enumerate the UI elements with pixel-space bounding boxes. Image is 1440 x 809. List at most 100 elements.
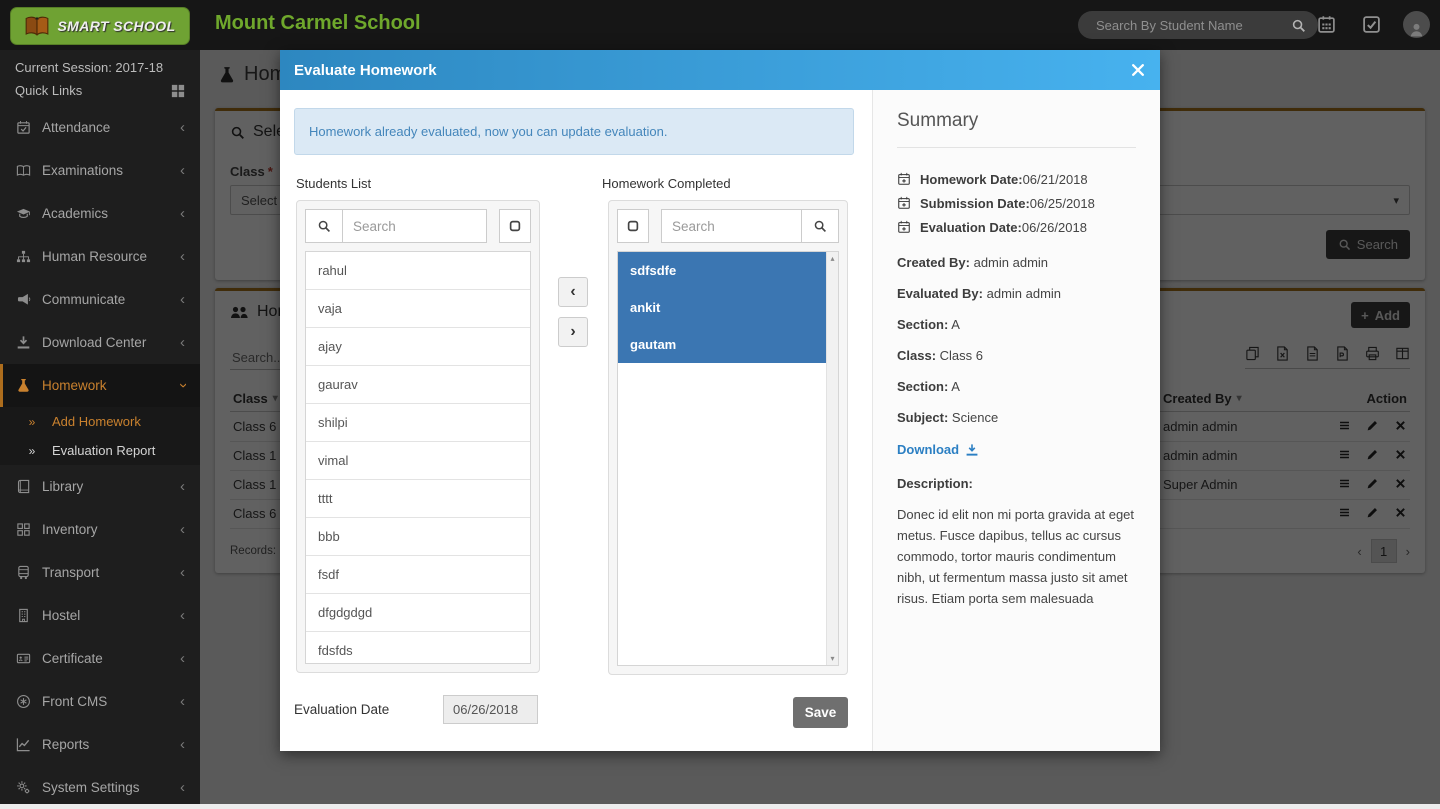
tasks-icon[interactable] xyxy=(1362,15,1381,34)
scroll-up-icon[interactable]: ▴ xyxy=(830,254,834,263)
calendar-icon[interactable] xyxy=(1317,15,1336,34)
sidebar-item[interactable]: Communicate ‹ xyxy=(0,278,200,321)
divider xyxy=(897,147,1136,148)
student-item[interactable]: rahul xyxy=(306,252,530,290)
summary-title: Summary xyxy=(897,110,1136,132)
scroll-down-icon[interactable]: ▾ xyxy=(830,654,834,663)
student-item[interactable]: tttt xyxy=(306,480,530,518)
chevron-icon: ‹ xyxy=(180,479,185,494)
summary-info: Created By: admin admin Evaluated By: ad… xyxy=(897,255,1136,425)
students-list: rahulvajaajaygauravshilpivimalttttbbbfsd… xyxy=(305,251,531,664)
completed-item-selected[interactable]: gautam xyxy=(618,326,826,363)
sidebar-item-icon xyxy=(15,694,31,710)
sidebar-item[interactable]: Hostel ‹ xyxy=(0,594,200,637)
completed-select-all-checkbox[interactable] xyxy=(617,209,649,243)
sidebar-item[interactable]: » Evaluation Report xyxy=(0,436,200,465)
chevron-icon: ‹ xyxy=(180,249,185,264)
close-icon[interactable] xyxy=(1131,63,1145,77)
summary-info-row: Section: A xyxy=(897,317,1136,332)
summary-dates: Homework Date:06/21/2018 Submission Date… xyxy=(897,167,1136,239)
top-bar: SMART SCHOOL Mount Carmel School xyxy=(0,0,1440,50)
calendar-plus-icon xyxy=(897,196,911,210)
scrollbar[interactable]: ▴ ▾ xyxy=(826,252,838,665)
student-item[interactable]: dfgdgdgd xyxy=(306,594,530,632)
move-right-button[interactable]: › xyxy=(558,317,588,347)
chevron-icon: ‹ xyxy=(180,565,185,580)
chevron-icon: ‹ xyxy=(180,335,185,350)
student-item[interactable]: vimal xyxy=(306,442,530,480)
logo-text: SMART SCHOOL xyxy=(57,18,175,34)
sidebar-item[interactable]: Library ‹ xyxy=(0,465,200,508)
chevron-icon: ‹ xyxy=(180,608,185,623)
save-button[interactable]: Save xyxy=(793,697,848,728)
summary-info-row: Evaluated By: admin admin xyxy=(897,286,1136,301)
completed-list: sdfsdfeankitgautam ▴ ▾ xyxy=(617,251,839,666)
sidebar-item-icon xyxy=(15,120,31,136)
student-item[interactable]: fdsfds xyxy=(306,632,530,664)
evaluation-date-input[interactable]: 06/26/2018 xyxy=(443,695,538,724)
sidebar-item[interactable]: Reports ‹ xyxy=(0,723,200,766)
sidebar-item-icon xyxy=(15,780,31,796)
summary-info-row: Section: A xyxy=(897,379,1136,394)
sidebar-item[interactable]: Download Center ‹ xyxy=(0,321,200,364)
students-list-label: Students List xyxy=(296,176,371,191)
calendar-plus-icon xyxy=(897,220,911,234)
sidebar-item-icon xyxy=(15,163,31,179)
sidebar-item[interactable]: Transport ‹ xyxy=(0,551,200,594)
move-left-button[interactable]: ‹ xyxy=(558,277,588,307)
student-item[interactable]: bbb xyxy=(306,518,530,556)
info-alert: Homework already evaluated, now you can … xyxy=(294,108,854,155)
completed-search-button[interactable] xyxy=(801,209,839,243)
evaluate-homework-modal: Evaluate Homework Homework already evalu… xyxy=(280,50,1160,751)
students-search-button[interactable] xyxy=(305,209,343,243)
summary-date-row: Homework Date:06/21/2018 xyxy=(897,167,1136,191)
sidebar-item-icon xyxy=(15,651,31,667)
sidebar-item-icon xyxy=(15,522,31,538)
sidebar-item[interactable]: Human Resource ‹ xyxy=(0,235,200,278)
student-search[interactable] xyxy=(1078,11,1318,39)
sidebar-item[interactable]: Attendance ‹ xyxy=(0,106,200,149)
modal-header: Evaluate Homework xyxy=(280,50,1160,90)
students-search-input[interactable] xyxy=(343,209,487,243)
person-icon xyxy=(1408,21,1425,38)
student-item[interactable]: fsdf xyxy=(306,556,530,594)
description-text: Donec id elit non mi porta gravida at eg… xyxy=(897,504,1136,609)
student-item[interactable]: vaja xyxy=(306,290,530,328)
quick-links[interactable]: Quick Links xyxy=(15,83,185,98)
chevron-right-icon: › xyxy=(570,323,575,341)
avatar[interactable] xyxy=(1403,11,1430,38)
sidebar-item[interactable]: Certificate ‹ xyxy=(0,637,200,680)
sidebar-item-icon xyxy=(15,737,31,753)
student-item[interactable]: gaurav xyxy=(306,366,530,404)
grid-icon[interactable] xyxy=(171,84,185,98)
homework-completed-label: Homework Completed xyxy=(602,176,731,191)
chevron-icon: ‹ xyxy=(180,120,185,135)
sidebar-item-icon xyxy=(15,608,31,624)
sidebar-item[interactable]: Inventory ‹ xyxy=(0,508,200,551)
sidebar-item[interactable]: Academics ‹ xyxy=(0,192,200,235)
evaluation-date-label: Evaluation Date xyxy=(294,702,389,717)
student-item[interactable]: ajay xyxy=(306,328,530,366)
sidebar-item[interactable]: Examinations ‹ xyxy=(0,149,200,192)
sidebar-item[interactable]: Front CMS ‹ xyxy=(0,680,200,723)
student-item[interactable]: shilpi xyxy=(306,404,530,442)
checkbox-icon xyxy=(508,219,522,233)
sidebar-menu: Attendance ‹ Examinations ‹ Academics ‹ … xyxy=(0,106,200,809)
students-select-all-checkbox[interactable] xyxy=(499,209,531,243)
completed-item-selected[interactable]: sdfsdfe xyxy=(618,252,826,289)
chevron-icon: ‹ xyxy=(180,292,185,307)
chevron-icon: ‹ xyxy=(180,163,185,178)
completed-search-input[interactable] xyxy=(661,209,801,243)
completed-item-selected[interactable]: ankit xyxy=(618,289,826,326)
app-logo[interactable]: SMART SCHOOL xyxy=(10,7,190,45)
sidebar-item[interactable]: » Add Homework xyxy=(0,407,200,436)
checkbox-icon xyxy=(626,219,640,233)
sidebar-item[interactable]: Homework ‹ xyxy=(0,364,200,407)
download-link[interactable]: Download xyxy=(897,442,1136,457)
description-label: Description: xyxy=(897,476,1136,491)
search-icon[interactable] xyxy=(1291,18,1306,33)
summary-panel: Summary Homework Date:06/21/2018 Submiss… xyxy=(872,90,1160,751)
sidebar-item[interactable]: System Settings ‹ xyxy=(0,766,200,809)
student-search-input[interactable] xyxy=(1094,17,1291,34)
summary-date-row: Submission Date:06/25/2018 xyxy=(897,191,1136,215)
